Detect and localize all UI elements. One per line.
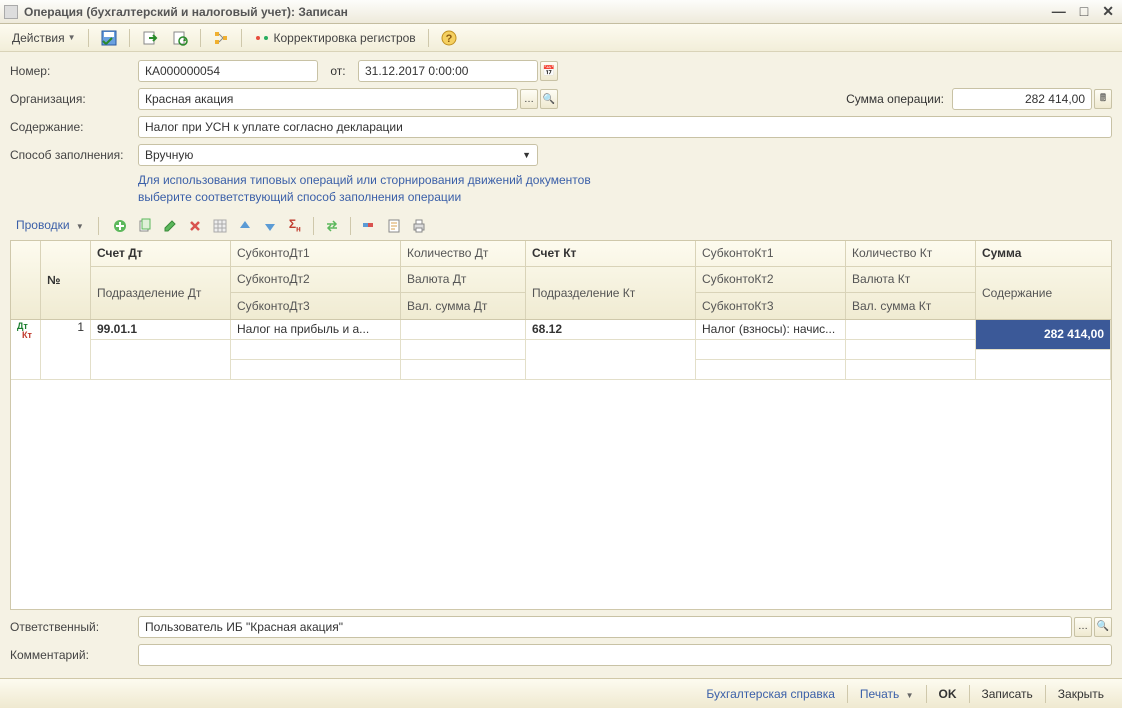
- entries-grid[interactable]: № Счет Дт Подразделение Дт СубконтоДт1 С…: [10, 240, 1112, 610]
- refresh-icon-button[interactable]: [166, 27, 194, 49]
- titlebar: Операция (бухгалтерский и налоговый учет…: [0, 0, 1122, 24]
- org-search-icon[interactable]: 🔍: [540, 89, 558, 109]
- go-icon-button[interactable]: [136, 27, 164, 49]
- save-icon-button[interactable]: [95, 27, 123, 49]
- register-correction-button[interactable]: Корректировка регистров: [248, 27, 422, 49]
- help-icon-button[interactable]: ?: [435, 27, 463, 49]
- calc-icon[interactable]: 🖩: [1094, 89, 1112, 109]
- grid-icon[interactable]: [209, 216, 231, 236]
- org-input[interactable]: Красная акация: [138, 88, 518, 110]
- comment-label: Комментарий:: [10, 648, 138, 662]
- close-button[interactable]: ✕: [1098, 3, 1118, 20]
- add-copy-icon[interactable]: [134, 216, 156, 236]
- content-input[interactable]: Налог при УСН к уплате согласно декларац…: [138, 116, 1112, 138]
- svg-text:?: ?: [445, 33, 452, 45]
- number-label: Номер:: [10, 64, 138, 78]
- sum-cell[interactable]: 282 414,00: [976, 320, 1111, 350]
- accounting-report-button[interactable]: Бухгалтерская справка: [698, 684, 843, 704]
- print-icon[interactable]: [408, 216, 430, 236]
- down-icon[interactable]: [259, 216, 281, 236]
- edit-icon[interactable]: [159, 216, 181, 236]
- calendar-icon[interactable]: 📅: [540, 61, 558, 81]
- dtkt-marker-icon: Дт Кт: [17, 322, 32, 340]
- resp-select-icon[interactable]: …: [1074, 617, 1092, 637]
- minimize-button[interactable]: —: [1048, 3, 1070, 20]
- org-label: Организация:: [10, 92, 138, 106]
- swap-icon[interactable]: [321, 216, 343, 236]
- sum-input[interactable]: 282 414,00: [952, 88, 1092, 110]
- sigma-icon[interactable]: Σн: [284, 216, 306, 236]
- filter-icon[interactable]: [383, 216, 405, 236]
- resp-label: Ответственный:: [10, 620, 138, 634]
- structure-icon-button[interactable]: [207, 27, 235, 49]
- save-button[interactable]: Записать: [974, 684, 1041, 704]
- content-label: Содержание:: [10, 120, 138, 134]
- comment-input[interactable]: [138, 644, 1112, 666]
- flag-icon[interactable]: [358, 216, 380, 236]
- method-label: Способ заполнения:: [10, 148, 138, 162]
- bottom-toolbar: Бухгалтерская справка Печать ▼ OK Записа…: [0, 678, 1122, 708]
- print-button[interactable]: Печать ▼: [852, 684, 922, 704]
- hint-text: Для использования типовых операций или с…: [138, 172, 1112, 206]
- table-row[interactable]: Дт Кт 1 99.01.1 Налог на прибыль и а... …: [11, 320, 1111, 380]
- maximize-button[interactable]: □: [1076, 3, 1092, 20]
- up-icon[interactable]: [234, 216, 256, 236]
- ok-button[interactable]: OK: [931, 684, 965, 704]
- sum-label: Сумма операции:: [846, 92, 944, 106]
- actions-menu[interactable]: Действия▼: [6, 27, 82, 49]
- resp-input[interactable]: Пользователь ИБ "Красная акация": [138, 616, 1072, 638]
- method-select[interactable]: Вручную▼: [138, 144, 538, 166]
- window-title: Операция (бухгалтерский и налоговый учет…: [24, 5, 1048, 19]
- number-input[interactable]: КА000000054: [138, 60, 318, 82]
- from-label: от:: [318, 64, 358, 78]
- close-footer-button[interactable]: Закрыть: [1050, 684, 1112, 704]
- tab-entries[interactable]: Проводки ▼: [10, 216, 90, 236]
- main-toolbar: Действия▼ Корректировка регистров ?: [0, 24, 1122, 52]
- date-input[interactable]: 31.12.2017 0:00:00: [358, 60, 538, 82]
- org-select-icon[interactable]: …: [520, 89, 538, 109]
- delete-icon[interactable]: [184, 216, 206, 236]
- app-icon: [4, 5, 18, 19]
- add-icon[interactable]: [109, 216, 131, 236]
- resp-search-icon[interactable]: 🔍: [1094, 617, 1112, 637]
